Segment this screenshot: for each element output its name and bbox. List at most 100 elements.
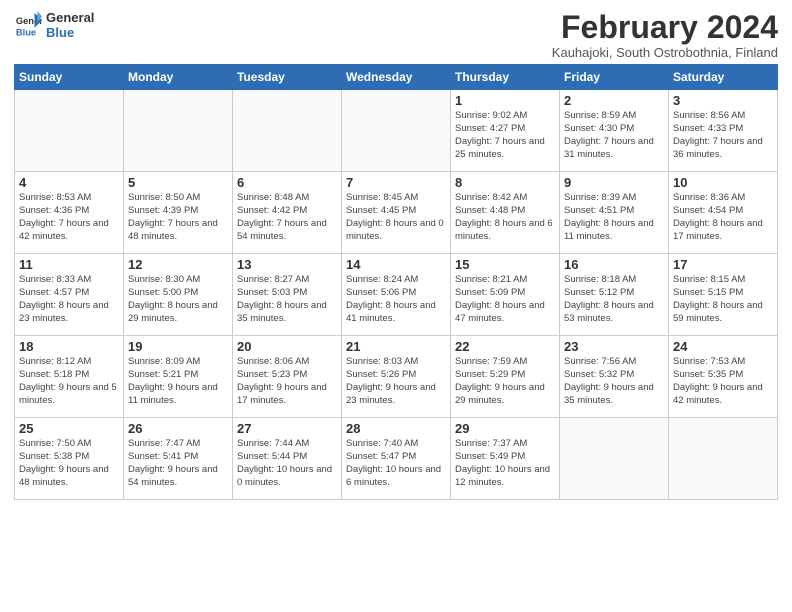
day-number: 1 — [455, 93, 555, 108]
day-info: Sunrise: 8:03 AM Sunset: 5:26 PM Dayligh… — [346, 356, 446, 407]
day-number: 14 — [346, 257, 446, 272]
day-info: Sunrise: 8:48 AM Sunset: 4:42 PM Dayligh… — [237, 192, 337, 243]
day-number: 27 — [237, 421, 337, 436]
day-info: Sunrise: 8:50 AM Sunset: 4:39 PM Dayligh… — [128, 192, 228, 243]
day-info: Sunrise: 8:21 AM Sunset: 5:09 PM Dayligh… — [455, 274, 555, 325]
calendar-week-3: 11Sunrise: 8:33 AM Sunset: 4:57 PM Dayli… — [15, 254, 778, 336]
day-info: Sunrise: 7:53 AM Sunset: 5:35 PM Dayligh… — [673, 356, 773, 407]
calendar-cell: 25Sunrise: 7:50 AM Sunset: 5:38 PM Dayli… — [15, 418, 124, 500]
calendar-cell: 28 Sunrise: 7:40 AM Sunset: 5:47 PM Dayli… — [342, 418, 451, 500]
day-info: Sunrise: 7:59 AM Sunset: 5:29 PM Dayligh… — [455, 356, 555, 407]
calendar-cell: 20 Sunrise: 8:06 AM Sunset: 5:23 PM Dayli… — [233, 336, 342, 418]
col-header-saturday: Saturday — [669, 65, 778, 90]
location: Kauhajoki, South Ostrobothnia, Finland — [552, 45, 778, 60]
calendar-cell: 27Sunrise: 7:44 AM Sunset: 5:44 PM Dayli… — [233, 418, 342, 500]
day-number: 5 — [128, 175, 228, 190]
day-number: 8 — [455, 175, 555, 190]
day-info: Sunrise: 8:56 AM Sunset: 4:33 PM Dayligh… — [673, 110, 773, 161]
page-container: General Blue General Blue February 2024 … — [0, 0, 792, 510]
day-number: 15 — [455, 257, 555, 272]
day-info: Sunrise: 7:40 AM Sunset: 5:47 PM Dayligh… — [346, 438, 446, 489]
calendar-cell — [669, 418, 778, 500]
day-info: Sunrise: 7:56 AM Sunset: 5:32 PM Dayligh… — [564, 356, 664, 407]
calendar-cell: 10 Sunrise: 8:36 AM Sunset: 4:54 PM Dayli… — [669, 172, 778, 254]
day-info: Sunrise: 7:50 AM Sunset: 5:38 PM Dayligh… — [19, 438, 119, 489]
calendar-week-1: 1 Sunrise: 9:02 AM Sunset: 4:27 PM Daylig… — [15, 90, 778, 172]
title-block: February 2024 Kauhajoki, South Ostroboth… — [552, 10, 778, 60]
calendar-table: SundayMondayTuesdayWednesdayThursdayFrid… — [14, 64, 778, 500]
calendar-cell: 12 Sunrise: 8:30 AM Sunset: 5:00 PM Dayli… — [124, 254, 233, 336]
calendar-cell — [560, 418, 669, 500]
day-number: 19 — [128, 339, 228, 354]
day-info: Sunrise: 8:18 AM Sunset: 5:12 PM Dayligh… — [564, 274, 664, 325]
day-number: 9 — [564, 175, 664, 190]
calendar-header-row: SundayMondayTuesdayWednesdayThursdayFrid… — [15, 65, 778, 90]
day-number: 23 — [564, 339, 664, 354]
calendar-cell: 6 Sunrise: 8:48 AM Sunset: 4:42 PM Daylig… — [233, 172, 342, 254]
col-header-tuesday: Tuesday — [233, 65, 342, 90]
day-number: 26 — [128, 421, 228, 436]
day-number: 11 — [19, 257, 119, 272]
day-number: 6 — [237, 175, 337, 190]
day-info: Sunrise: 7:37 AM Sunset: 5:49 PM Dayligh… — [455, 438, 555, 489]
logo: General Blue General Blue — [14, 10, 94, 40]
calendar-cell: 18Sunrise: 8:12 AM Sunset: 5:18 PM Dayli… — [15, 336, 124, 418]
day-number: 16 — [564, 257, 664, 272]
day-number: 24 — [673, 339, 773, 354]
day-info: Sunrise: 8:36 AM Sunset: 4:54 PM Dayligh… — [673, 192, 773, 243]
day-number: 28 — [346, 421, 446, 436]
day-info: Sunrise: 8:30 AM Sunset: 5:00 PM Dayligh… — [128, 274, 228, 325]
header: General Blue General Blue February 2024 … — [14, 10, 778, 60]
calendar-cell: 7Sunrise: 8:45 AM Sunset: 4:45 PM Daylig… — [342, 172, 451, 254]
day-info: Sunrise: 8:09 AM Sunset: 5:21 PM Dayligh… — [128, 356, 228, 407]
calendar-cell: 3 Sunrise: 8:56 AM Sunset: 4:33 PM Daylig… — [669, 90, 778, 172]
day-number: 4 — [19, 175, 119, 190]
month-title: February 2024 — [552, 10, 778, 45]
calendar-cell: 23 Sunrise: 7:56 AM Sunset: 5:32 PM Dayli… — [560, 336, 669, 418]
calendar-cell: 2 Sunrise: 8:59 AM Sunset: 4:30 PM Daylig… — [560, 90, 669, 172]
day-number: 2 — [564, 93, 664, 108]
day-info: Sunrise: 8:42 AM Sunset: 4:48 PM Dayligh… — [455, 192, 555, 243]
calendar-cell: 29Sunrise: 7:37 AM Sunset: 5:49 PM Dayli… — [451, 418, 560, 500]
day-info: Sunrise: 8:15 AM Sunset: 5:15 PM Dayligh… — [673, 274, 773, 325]
col-header-friday: Friday — [560, 65, 669, 90]
calendar-cell: 1 Sunrise: 9:02 AM Sunset: 4:27 PM Daylig… — [451, 90, 560, 172]
calendar-cell: 5 Sunrise: 8:50 AM Sunset: 4:39 PM Daylig… — [124, 172, 233, 254]
day-info: Sunrise: 8:45 AM Sunset: 4:45 PM Dayligh… — [346, 192, 446, 243]
calendar-cell — [233, 90, 342, 172]
day-number: 18 — [19, 339, 119, 354]
calendar-cell: 17 Sunrise: 8:15 AM Sunset: 5:15 PM Dayli… — [669, 254, 778, 336]
calendar-cell: 13Sunrise: 8:27 AM Sunset: 5:03 PM Dayli… — [233, 254, 342, 336]
day-info: Sunrise: 7:47 AM Sunset: 5:41 PM Dayligh… — [128, 438, 228, 489]
col-header-monday: Monday — [124, 65, 233, 90]
calendar-cell: 4 Sunrise: 8:53 AM Sunset: 4:36 PM Daylig… — [15, 172, 124, 254]
day-info: Sunrise: 8:27 AM Sunset: 5:03 PM Dayligh… — [237, 274, 337, 325]
calendar-cell: 24 Sunrise: 7:53 AM Sunset: 5:35 PM Dayli… — [669, 336, 778, 418]
calendar-cell: 16 Sunrise: 8:18 AM Sunset: 5:12 PM Dayli… — [560, 254, 669, 336]
calendar-cell: 8 Sunrise: 8:42 AM Sunset: 4:48 PM Daylig… — [451, 172, 560, 254]
day-number: 12 — [128, 257, 228, 272]
day-number: 10 — [673, 175, 773, 190]
svg-text:Blue: Blue — [16, 27, 36, 37]
logo-text: General Blue — [46, 10, 94, 40]
calendar-cell: 14 Sunrise: 8:24 AM Sunset: 5:06 PM Dayli… — [342, 254, 451, 336]
day-number: 20 — [237, 339, 337, 354]
day-info: Sunrise: 8:59 AM Sunset: 4:30 PM Dayligh… — [564, 110, 664, 161]
calendar-week-2: 4 Sunrise: 8:53 AM Sunset: 4:36 PM Daylig… — [15, 172, 778, 254]
col-header-wednesday: Wednesday — [342, 65, 451, 90]
calendar-cell: 19 Sunrise: 8:09 AM Sunset: 5:21 PM Dayli… — [124, 336, 233, 418]
calendar-cell — [15, 90, 124, 172]
day-number: 17 — [673, 257, 773, 272]
day-number: 21 — [346, 339, 446, 354]
day-info: Sunrise: 8:53 AM Sunset: 4:36 PM Dayligh… — [19, 192, 119, 243]
day-info: Sunrise: 8:06 AM Sunset: 5:23 PM Dayligh… — [237, 356, 337, 407]
calendar-cell: 21 Sunrise: 8:03 AM Sunset: 5:26 PM Dayli… — [342, 336, 451, 418]
day-info: Sunrise: 8:24 AM Sunset: 5:06 PM Dayligh… — [346, 274, 446, 325]
day-info: Sunrise: 9:02 AM Sunset: 4:27 PM Dayligh… — [455, 110, 555, 161]
day-number: 3 — [673, 93, 773, 108]
calendar-cell: 15 Sunrise: 8:21 AM Sunset: 5:09 PM Dayli… — [451, 254, 560, 336]
calendar-cell — [124, 90, 233, 172]
logo-icon: General Blue — [14, 11, 42, 39]
calendar-cell: 9 Sunrise: 8:39 AM Sunset: 4:51 PM Daylig… — [560, 172, 669, 254]
day-info: Sunrise: 8:39 AM Sunset: 4:51 PM Dayligh… — [564, 192, 664, 243]
